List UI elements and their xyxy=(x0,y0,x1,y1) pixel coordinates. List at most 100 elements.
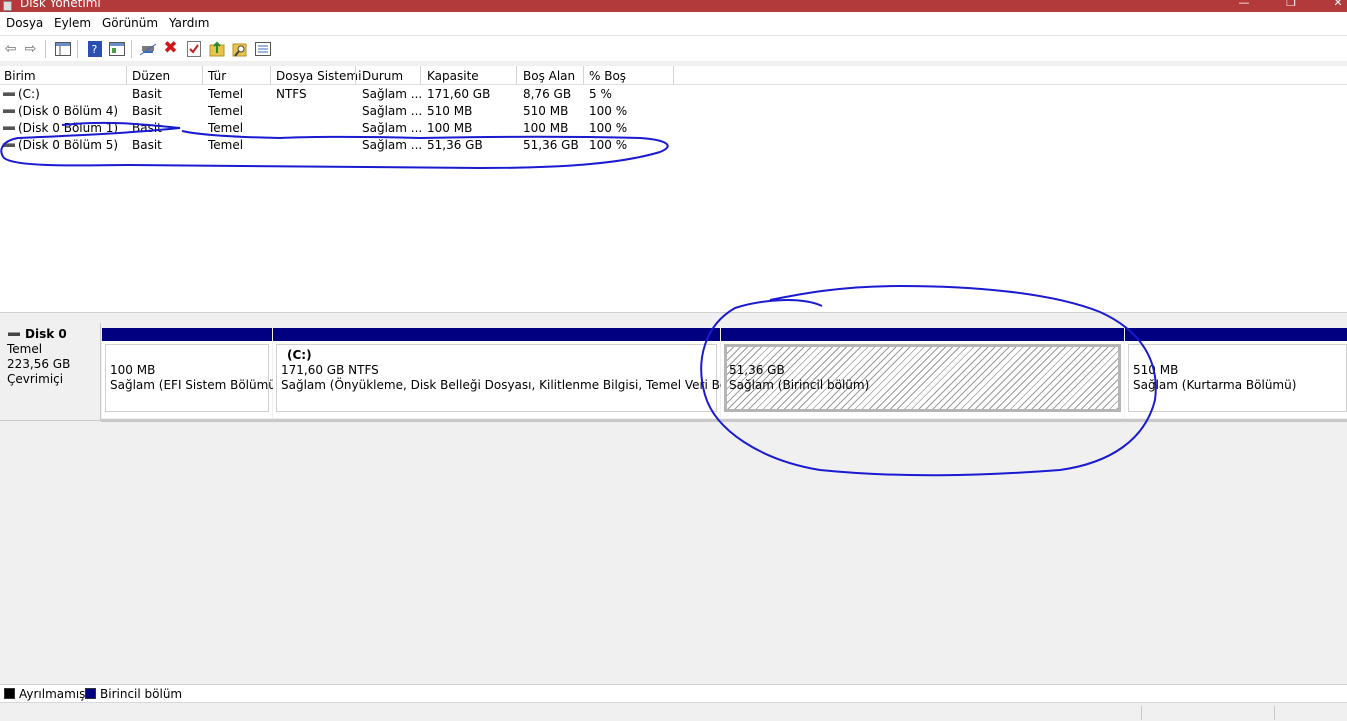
table-row[interactable]: (Disk 0 Bölüm 4) Basit Temel Sağlam ... … xyxy=(0,103,700,120)
cell-duzen: Basit xyxy=(132,87,162,101)
cell-durum: Sağlam ... xyxy=(362,121,423,135)
partition-bar xyxy=(1125,328,1347,341)
maximize-icon[interactable]: ❐ xyxy=(1283,0,1299,10)
cell-durum: Sağlam ... xyxy=(362,138,423,152)
menu-yardim[interactable]: Yardım xyxy=(169,16,209,30)
disk-type: Temel xyxy=(7,342,43,356)
cell-kapasite: 51,36 GB xyxy=(427,138,483,152)
cell-yuzde-bos: 100 % xyxy=(589,138,628,152)
column-divider[interactable] xyxy=(355,66,356,85)
properties-icon[interactable] xyxy=(108,40,125,57)
column-header-tur[interactable]: Tür xyxy=(208,69,226,83)
partition-label: (C:) xyxy=(287,348,312,362)
cell-dosya-sistemi: NTFS xyxy=(276,87,307,101)
column-divider[interactable] xyxy=(270,66,271,85)
disk-map: Disk 0 Temel 223,56 GB Çevrimiçi 100 MB … xyxy=(0,317,1347,684)
menu-gorunum[interactable]: Görünüm xyxy=(102,16,158,30)
back-arrow-icon[interactable]: ⇦ xyxy=(2,40,19,57)
partition-recovery[interactable]: 510 MB Sağlam (Kurtarma Bölümü) xyxy=(1125,328,1347,418)
delete-icon[interactable]: ✖ xyxy=(162,40,179,57)
disk-name: Disk 0 xyxy=(25,327,67,341)
cell-tur: Temel xyxy=(208,104,244,118)
cell-birim: (Disk 0 Bölüm 5) xyxy=(18,138,119,152)
column-header-duzen[interactable]: Düzen xyxy=(132,69,170,83)
partition-status: Sağlam (EFI Sistem Bölümü) xyxy=(110,378,281,392)
disk-size: 223,56 GB xyxy=(7,357,71,371)
partition-body: (C:) 171,60 GB NTFS Sağlam (Önyükleme, D… xyxy=(276,344,762,412)
column-divider[interactable] xyxy=(673,66,674,85)
up-folder-icon[interactable] xyxy=(208,40,225,57)
check-icon[interactable] xyxy=(185,40,202,57)
cell-yuzde-bos: 5 % xyxy=(589,87,612,101)
title-bar: Disk Yönetimi — ❐ ✕ xyxy=(0,0,1347,12)
minimize-icon[interactable]: — xyxy=(1236,0,1252,10)
column-divider[interactable] xyxy=(583,66,584,85)
status-bar xyxy=(0,702,1347,721)
close-window-icon[interactable]: ✕ xyxy=(1330,0,1346,10)
column-header-birim[interactable]: Birim xyxy=(4,69,36,83)
menu-bar: Dosya Eylem Görünüm Yardım xyxy=(0,12,1347,35)
column-divider[interactable] xyxy=(126,66,127,85)
partition-body: 100 MB Sağlam (EFI Sistem Bölümü) xyxy=(105,344,281,412)
cell-yuzde-bos: 100 % xyxy=(589,121,628,135)
cell-durum: Sağlam ... xyxy=(362,104,423,118)
connect-icon[interactable] xyxy=(139,40,156,57)
column-header-durum[interactable]: Durum xyxy=(362,69,403,83)
window-title: Disk Yönetimi xyxy=(20,0,101,10)
menu-eylem[interactable]: Eylem xyxy=(54,16,91,30)
partition-size: 100 MB xyxy=(110,363,156,377)
cell-bos-alan: 510 MB xyxy=(523,104,569,118)
table-row[interactable]: (Disk 0 Bölüm 1) Basit Temel Sağlam ... … xyxy=(0,120,700,137)
cell-bos-alan: 8,76 GB xyxy=(523,87,572,101)
cell-duzen: Basit xyxy=(132,138,162,152)
column-header-bos-alan[interactable]: Boş Alan xyxy=(523,69,575,83)
disk-icon xyxy=(8,332,20,336)
cell-bos-alan: 100 MB xyxy=(523,121,569,135)
partition-efi[interactable]: 100 MB Sağlam (EFI Sistem Bölümü) xyxy=(102,328,281,418)
legend: Ayrılmamış Birincil bölüm xyxy=(0,684,1347,702)
table-row[interactable]: (Disk 0 Bölüm 5) Basit Temel Sağlam ... … xyxy=(0,137,700,154)
partition-bar xyxy=(721,328,1124,341)
toolbar-separator xyxy=(45,40,46,58)
volume-list-header: Birim Düzen Tür Dosya Sistemi Durum Kapa… xyxy=(0,66,1347,85)
status-divider xyxy=(1274,706,1275,720)
partition-bar xyxy=(102,328,272,341)
partition-status: Sağlam (Kurtarma Bölümü) xyxy=(1133,378,1297,392)
svg-text:?: ? xyxy=(91,43,97,56)
menu-dosya[interactable]: Dosya xyxy=(6,16,43,30)
drive-icon xyxy=(3,143,15,147)
cell-duzen: Basit xyxy=(132,104,162,118)
search-folder-icon[interactable] xyxy=(231,40,248,57)
column-header-yuzde-bos[interactable]: % Boş xyxy=(589,69,626,83)
console-tree-icon[interactable] xyxy=(54,40,71,57)
list-icon[interactable] xyxy=(254,40,271,57)
partition-status: Sağlam (Önyükleme, Disk Belleği Dosyası,… xyxy=(281,378,763,392)
cell-yuzde-bos: 100 % xyxy=(589,104,628,118)
partition-size: 171,60 GB NTFS xyxy=(281,363,379,377)
cell-duzen: Basit xyxy=(132,121,162,135)
cell-kapasite: 510 MB xyxy=(427,104,473,118)
partition-primary-selected[interactable]: 51,36 GB Sağlam (Birincil bölüm) xyxy=(721,328,1124,418)
forward-arrow-icon[interactable]: ⇨ xyxy=(22,40,39,57)
help-icon[interactable]: ? xyxy=(86,40,103,57)
volume-list: Birim Düzen Tür Dosya Sistemi Durum Kapa… xyxy=(0,66,1347,312)
legend-label-primary: Birincil bölüm xyxy=(100,687,183,701)
legend-label-unallocated: Ayrılmamış xyxy=(19,687,86,701)
column-header-dosya-sistemi[interactable]: Dosya Sistemi xyxy=(276,69,361,83)
partition-c[interactable]: (C:) 171,60 GB NTFS Sağlam (Önyükleme, D… xyxy=(273,328,762,418)
partition-size: 51,36 GB xyxy=(729,363,785,377)
drive-icon xyxy=(3,92,15,96)
disk-label[interactable]: Disk 0 Temel 223,56 GB Çevrimiçi xyxy=(0,323,101,421)
column-divider[interactable] xyxy=(420,66,421,85)
partition-status: Sağlam (Birincil bölüm) xyxy=(729,378,870,392)
table-row[interactable]: (C:) Basit Temel NTFS Sağlam ... 171,60 … xyxy=(0,86,700,103)
partition-size: 510 MB xyxy=(1133,363,1179,377)
partition-body: 51,36 GB Sağlam (Birincil bölüm) xyxy=(724,344,1121,412)
column-header-kapasite[interactable]: Kapasite xyxy=(427,69,479,83)
column-divider[interactable] xyxy=(202,66,203,85)
column-divider[interactable] xyxy=(516,66,517,85)
cell-bos-alan: 51,36 GB xyxy=(523,138,579,152)
drive-icon xyxy=(3,109,15,113)
toolbar-separator xyxy=(77,40,78,58)
legend-swatch-unallocated xyxy=(4,688,15,699)
